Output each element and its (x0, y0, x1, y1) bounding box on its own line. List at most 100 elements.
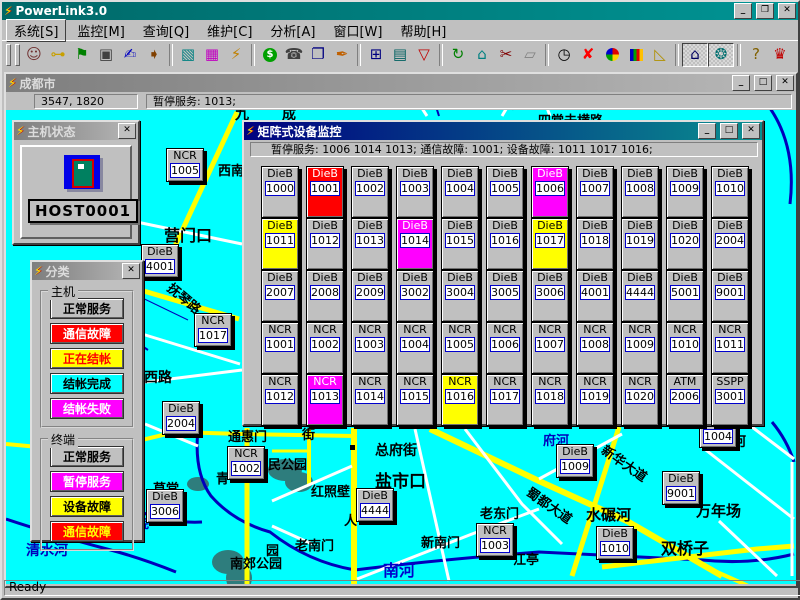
matrix-maximize-button[interactable]: □ (720, 123, 738, 139)
close-button[interactable]: ✕ (778, 3, 796, 19)
city-maximize-button[interactable]: □ (754, 75, 772, 91)
device-button-DieB-1010[interactable]: DieB1010 (596, 526, 634, 560)
host-name[interactable]: HOST0001 (28, 199, 138, 223)
device-button-NCR-1005[interactable]: NCR1005 (441, 322, 479, 374)
menu-item-1[interactable]: 监控[M] (70, 20, 131, 41)
device-button-DieB-1005[interactable]: DieB1005 (486, 166, 524, 218)
event-monitor-icon[interactable]: ⚡ (224, 44, 248, 66)
device-button-DieB-3002[interactable]: DieB3002 (396, 270, 434, 322)
eraser-icon[interactable]: ▱ (518, 44, 542, 66)
cascade-windows-icon[interactable]: ❐ (306, 44, 330, 66)
device-button-DieB-5001[interactable]: DieB5001 (666, 270, 704, 322)
device-button-NCR-1020[interactable]: NCR1020 (621, 374, 659, 426)
menu-item-2[interactable]: 查询[Q] (136, 20, 196, 41)
legend-item[interactable]: 通信故障 (50, 521, 124, 542)
device-button-DieB-9001[interactable]: DieB9001 (662, 471, 700, 505)
device-button-NCR-1003[interactable]: NCR1003 (351, 322, 389, 374)
device-button-DieB-1008[interactable]: DieB1008 (621, 166, 659, 218)
device-button-NCR-1017[interactable]: NCR1017 (194, 313, 232, 347)
device-button-DieB-3005[interactable]: DieB3005 (486, 270, 524, 322)
about-icon[interactable]: ♛ (768, 44, 792, 66)
device-button-DieB-1009[interactable]: DieB1009 (666, 166, 704, 218)
device-button-DieB-1010[interactable]: DieB1010 (711, 166, 749, 218)
device-button-SSPP-3001[interactable]: SSPP3001 (711, 374, 749, 426)
menu-item-4[interactable]: 分析[A] (263, 20, 322, 41)
device-button-DieB-4444[interactable]: DieB4444 (356, 488, 394, 522)
device-button-NCR-1005[interactable]: NCR1005 (166, 148, 204, 182)
menu-item-5[interactable]: 窗口[W] (326, 20, 389, 41)
device-button-DieB-1020[interactable]: DieB1020 (666, 218, 704, 270)
flag-icon[interactable]: ⚑ (70, 44, 94, 66)
device-button-NCR-1012[interactable]: NCR1012 (261, 374, 299, 426)
device-button-DieB-4001[interactable]: DieB4001 (576, 270, 614, 322)
device-button-DieB-1019[interactable]: DieB1019 (621, 218, 659, 270)
device-button-NCR-1007[interactable]: NCR1007 (531, 322, 569, 374)
device-button-DieB-1002[interactable]: DieB1002 (351, 166, 389, 218)
device-button-DieB-2008[interactable]: DieB2008 (306, 270, 344, 322)
host-icon[interactable] (64, 155, 100, 189)
device-button-NCR-1017[interactable]: NCR1017 (486, 374, 524, 426)
legend-item[interactable]: 通信故障 (50, 323, 124, 344)
menu-item-6[interactable]: 帮助[H] (393, 20, 453, 41)
device-button-NCR-1004[interactable]: NCR1004 (396, 322, 434, 374)
device-button-DieB-3004[interactable]: DieB3004 (441, 270, 479, 322)
device-button-DieB-1011[interactable]: DieB1011 (261, 218, 299, 270)
pie-chart-icon[interactable] (600, 44, 624, 66)
device-button-DieB-3006[interactable]: DieB3006 (146, 489, 184, 523)
device-button-1004[interactable]: 1004 (699, 426, 737, 448)
menu-item-3[interactable]: 维护[C] (200, 20, 259, 41)
device-button-DieB-4444[interactable]: DieB4444 (621, 270, 659, 322)
device-button-NCR-1010[interactable]: NCR1010 (666, 322, 704, 374)
brush-icon[interactable]: ✒ (330, 44, 354, 66)
phone-icon[interactable]: ☎ (282, 44, 306, 66)
menu-item-0[interactable]: 系统[S] (6, 19, 66, 42)
help-icon[interactable]: ? (744, 44, 768, 66)
scissors-icon[interactable]: ✂ (494, 44, 518, 66)
device-button-NCR-1018[interactable]: NCR1018 (531, 374, 569, 426)
exit-door-icon[interactable]: ➧ (142, 44, 166, 66)
map-monitor-icon[interactable]: ▧ (176, 44, 200, 66)
money-bag-icon[interactable]: $ (258, 44, 282, 66)
legend-item[interactable]: 暂停服务 (50, 471, 124, 492)
legend-item[interactable]: 正常服务 (50, 446, 124, 467)
city-minimize-button[interactable]: _ (732, 75, 750, 91)
device-button-DieB-1003[interactable]: DieB1003 (396, 166, 434, 218)
compass-view-icon[interactable]: ❂ (708, 43, 734, 67)
device-button-NCR-1002[interactable]: NCR1002 (227, 446, 265, 480)
device-button-DieB-1009[interactable]: DieB1009 (556, 444, 594, 478)
device-button-DieB-1004[interactable]: DieB1004 (441, 166, 479, 218)
device-button-DieB-1000[interactable]: DieB1000 (261, 166, 299, 218)
minimize-button[interactable]: _ (734, 3, 752, 19)
device-button-DieB-9001[interactable]: DieB9001 (711, 270, 749, 322)
legend-item[interactable]: 正常服务 (50, 298, 124, 319)
device-button-NCR-1016[interactable]: NCR1016 (441, 374, 479, 426)
matrix-minimize-button[interactable]: _ (698, 123, 716, 139)
device-button-NCR-1009[interactable]: NCR1009 (621, 322, 659, 374)
matrix-monitor-icon[interactable]: ▦ (200, 44, 224, 66)
device-button-DieB-1013[interactable]: DieB1013 (351, 218, 389, 270)
device-button-DieB-1016[interactable]: DieB1016 (486, 218, 524, 270)
device-button-DieB-2004[interactable]: DieB2004 (711, 218, 749, 270)
device-button-NCR-1001[interactable]: NCR1001 (261, 322, 299, 374)
archive-icon[interactable]: ⌂ (470, 44, 494, 66)
toolbar-grip[interactable] (15, 44, 20, 66)
device-button-DieB-1017[interactable]: DieB1017 (531, 218, 569, 270)
device-button-DieB-2004[interactable]: DieB2004 (162, 401, 200, 435)
device-button-DieB-1007[interactable]: DieB1007 (576, 166, 614, 218)
device-button-NCR-1014[interactable]: NCR1014 (351, 374, 389, 426)
device-button-NCR-1013[interactable]: NCR1013 (306, 374, 344, 426)
device-button-NCR-1002[interactable]: NCR1002 (306, 322, 344, 374)
city-close-button[interactable]: ✕ (776, 75, 794, 91)
key-icon[interactable]: ⊶ (46, 44, 70, 66)
delete-icon[interactable]: ✘ (576, 44, 600, 66)
legend-item[interactable]: 设备故障 (50, 496, 124, 517)
device-button-DieB-1014[interactable]: DieB1014 (396, 218, 434, 270)
filter-icon[interactable]: ▽ (412, 44, 436, 66)
device-button-DieB-2009[interactable]: DieB2009 (351, 270, 389, 322)
device-button-NCR-1003[interactable]: NCR1003 (476, 523, 514, 557)
manual-icon[interactable]: ✍ (118, 44, 142, 66)
device-button-DieB-1012[interactable]: DieB1012 (306, 218, 344, 270)
device-button-NCR-1008[interactable]: NCR1008 (576, 322, 614, 374)
device-button-DieB-1006[interactable]: DieB1006 (531, 166, 569, 218)
device-button-DieB-4001[interactable]: DieB4001 (141, 244, 179, 278)
